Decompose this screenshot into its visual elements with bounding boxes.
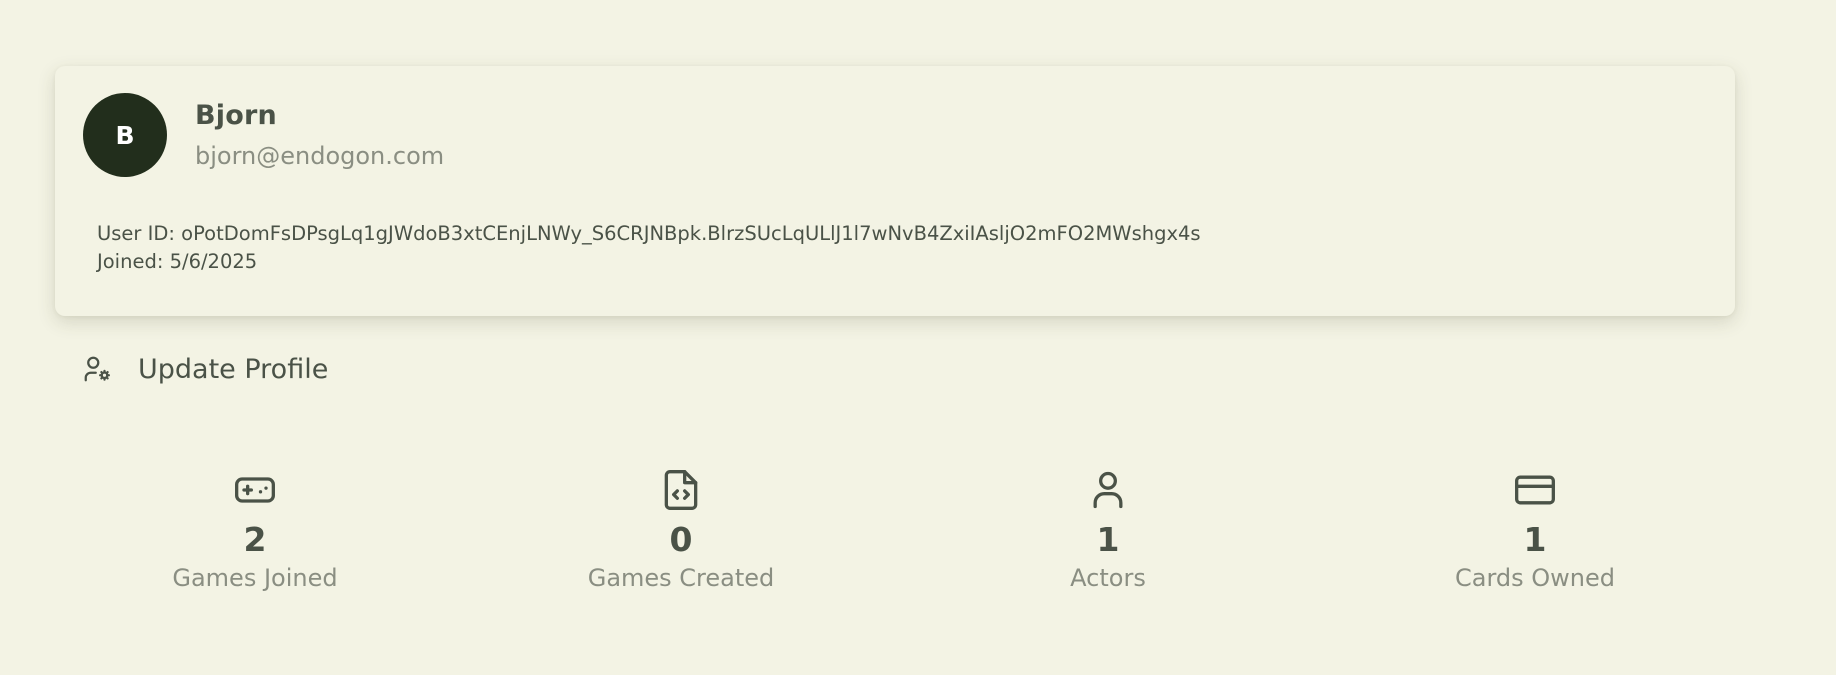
- user-name: Bjorn: [195, 100, 277, 131]
- update-profile-button[interactable]: Update Profile: [80, 352, 328, 386]
- stat-games-created: 0 Games Created: [531, 468, 831, 594]
- stats-row: 2 Games Joined 0 Games Created 1 Actors …: [0, 468, 1836, 618]
- user-icon: [1093, 471, 1123, 509]
- stat-value: 1: [1096, 520, 1120, 559]
- stat-label: Games Created: [587, 564, 775, 592]
- user-email: bjorn@endogon.com: [195, 142, 445, 170]
- stat-value: 1: [1523, 520, 1547, 559]
- stat-value: 2: [243, 520, 267, 559]
- file-code-icon: [664, 470, 698, 510]
- stat-label: Cards Owned: [1454, 564, 1615, 592]
- update-profile-label: Update Profile: [138, 353, 329, 385]
- joined-date-text: Joined: 5/6/2025: [97, 250, 258, 273]
- stat-label: Actors: [1070, 564, 1146, 592]
- stat-games-joined: 2 Games Joined: [105, 468, 405, 594]
- stat-actors: 1 Actors: [958, 468, 1258, 594]
- user-gear-icon: [80, 352, 114, 386]
- stat-label: Games Joined: [172, 564, 338, 592]
- stat-cards-owned: 1 Cards Owned: [1385, 468, 1685, 594]
- profile-meta: User ID: oPotDomFsDPsgLq1gJWdoB3xtCEnjLN…: [97, 220, 1201, 276]
- user-id-text: User ID: oPotDomFsDPsgLq1gJWdoB3xtCEnjLN…: [97, 222, 1201, 245]
- profile-card: B Bjorn bjorn@endogon.com User ID: oPotD…: [55, 66, 1735, 316]
- credit-card-icon: [1515, 475, 1555, 505]
- stat-value: 0: [669, 520, 693, 559]
- gamepad-icon: [235, 477, 275, 503]
- avatar: B: [83, 93, 167, 177]
